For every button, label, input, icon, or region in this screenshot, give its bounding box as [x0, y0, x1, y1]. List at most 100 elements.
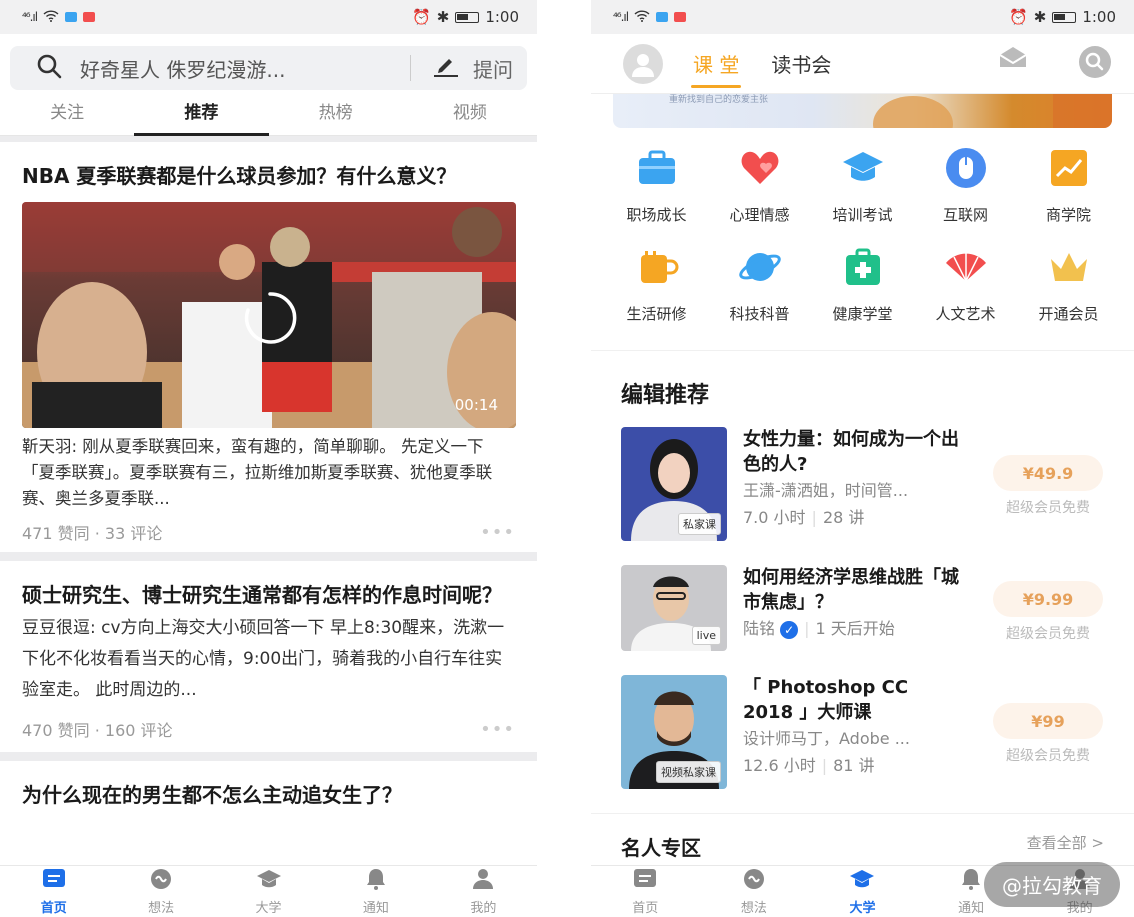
section-title: 编辑推荐 — [621, 383, 710, 408]
section-title: 名人专区 — [621, 836, 701, 860]
category-label: 心理情感 — [729, 206, 790, 224]
nav-label: 我的 — [470, 901, 497, 916]
category-training[interactable]: 培训考试 — [811, 146, 914, 225]
search-query[interactable]: 好奇星人 侏罗纪漫游... — [80, 54, 400, 83]
category-health[interactable]: 健康学堂 — [811, 245, 914, 324]
view-all-link[interactable]: 查看全部 > — [1027, 832, 1104, 861]
ask-button[interactable]: 提问 — [433, 54, 513, 83]
price-button[interactable]: ¥9.99 — [993, 581, 1103, 617]
home-icon — [41, 867, 67, 895]
category-label: 商学院 — [1045, 206, 1091, 224]
course-thumbnail[interactable]: live — [621, 565, 727, 651]
nav-ideas[interactable]: 想法 — [700, 866, 809, 917]
course-author: 陆铭 ✓ | 1 天后开始 — [743, 619, 895, 639]
member-free-label: 超级会员免费 — [1006, 500, 1090, 516]
graduation-cap-icon — [256, 867, 282, 895]
signal-icon: ⁴⁶.ıl — [613, 10, 629, 24]
notification-icon — [656, 12, 669, 22]
nav-label: 想法 — [740, 901, 767, 916]
bottom-nav: 首页 想法 大学 通知 我的 — [0, 865, 537, 917]
nav-notifications[interactable]: 通知 — [322, 866, 429, 917]
person-icon — [470, 867, 496, 895]
search-icon[interactable] — [1078, 45, 1112, 83]
tab-classroom[interactable]: 课 堂 — [690, 34, 742, 94]
course-header: 课 堂 读书会 — [591, 34, 1134, 94]
category-career[interactable]: 职场成长 — [605, 146, 708, 225]
nav-university[interactable]: 大学 — [215, 866, 322, 917]
wifi-icon — [43, 8, 59, 26]
search-icon — [36, 53, 62, 84]
card-title[interactable]: 为什么现在的男生都不怎么主动追女生了？ — [22, 761, 515, 811]
member-free-label: 超级会员免费 — [1006, 626, 1090, 642]
course-item[interactable]: 视频私家课 「 Photoshop CC 2018 」大师课 设计师马丁，Ado… — [591, 675, 1134, 799]
tab-book-club[interactable]: 读书会 — [771, 34, 831, 94]
nav-profile[interactable]: 我的 — [430, 866, 537, 917]
feed-card[interactable]: 为什么现在的男生都不怎么主动追女生了？ — [0, 761, 537, 811]
nav-label: 首页 — [40, 901, 67, 916]
price-button[interactable]: ¥49.9 — [993, 455, 1103, 491]
category-life[interactable]: 生活研修 — [605, 245, 708, 324]
card-title[interactable]: 硕士研究生、博士研究生通常都有怎样的作息时间呢？ — [22, 561, 515, 611]
category-humanities[interactable]: 人文艺术 — [914, 245, 1017, 324]
heart-icon — [738, 146, 782, 194]
course-price-area: ¥49.9 超级会员免费 — [988, 427, 1108, 517]
nav-label: 大学 — [255, 901, 282, 916]
left-phone-screen: ⁴⁶.ıl ⏰ ✱ 1:00 好奇星人 侏罗纪漫游... 提问 关注 推荐 热榜… — [0, 0, 537, 917]
home-icon — [632, 867, 658, 895]
course-item[interactable]: 私家课 女性力量：如何成为一个出色的人? 王潇-潇洒姐，时间管... 7.0 小… — [591, 427, 1134, 551]
course-meta: 12.6 小时 | 81 讲 — [743, 756, 875, 775]
video-thumbnail[interactable]: 00:14 — [22, 202, 516, 428]
watermark: @拉勾教育 — [984, 862, 1120, 907]
nav-label: 大学 — [849, 901, 876, 916]
category-internet[interactable]: 互联网 — [914, 146, 1017, 225]
notification-icon — [83, 12, 96, 22]
category-psychology[interactable]: 心理情感 — [708, 146, 811, 225]
clock-time: 1:00 — [485, 8, 519, 26]
category-business[interactable]: 商学院 — [1017, 146, 1120, 225]
course-title[interactable]: 女性力量：如何成为一个出色的人? — [743, 427, 959, 477]
crown-icon — [1047, 245, 1091, 293]
course-title[interactable]: 「 Photoshop CC 2018 」大师课 — [743, 675, 959, 725]
category-label: 科技科普 — [729, 305, 790, 323]
course-meta: 7.0 小时 | 28 讲 — [743, 508, 865, 527]
nav-university[interactable]: 大学 — [808, 866, 917, 917]
medkit-icon — [841, 245, 885, 293]
tab-hot[interactable]: 热榜 — [269, 90, 403, 136]
mail-icon[interactable] — [998, 45, 1028, 83]
nav-home[interactable]: 首页 — [591, 866, 700, 917]
more-options-icon[interactable]: ••• — [480, 522, 515, 543]
idea-icon — [148, 867, 174, 895]
promo-banner[interactable]: 重新找到自己的恋爱主张 — [613, 94, 1112, 128]
search-bar[interactable]: 好奇星人 侏罗纪漫游... 提问 — [10, 46, 527, 90]
category-science[interactable]: 科技科普 — [708, 245, 811, 324]
category-label: 生活研修 — [626, 305, 687, 323]
course-thumbnail[interactable]: 视频私家课 — [621, 675, 727, 789]
category-label: 开通会员 — [1038, 305, 1099, 323]
nav-home[interactable]: 首页 — [0, 866, 107, 917]
ask-label: 提问 — [473, 57, 513, 82]
famous-section-header: 名人专区 查看全部 > — [591, 814, 1134, 861]
course-title[interactable]: 如何用经济学思维战胜「城市焦虑」？ — [743, 565, 959, 615]
avatar[interactable] — [623, 43, 663, 84]
price-button[interactable]: ¥99 — [993, 703, 1103, 739]
course-author: 王潇-潇洒姐，时间管... — [743, 481, 909, 500]
tab-video[interactable]: 视频 — [403, 90, 537, 136]
more-options-icon[interactable]: ••• — [480, 719, 515, 740]
verified-icon: ✓ — [780, 620, 799, 639]
course-thumbnail[interactable]: 私家课 — [621, 427, 727, 541]
nav-ideas[interactable]: 想法 — [107, 866, 214, 917]
card-excerpt[interactable]: 靳天羽: 刚从夏季联赛回来，蛮有趣的，简单聊聊。 先定义一下「夏季联赛」。夏季联… — [22, 434, 515, 512]
course-item[interactable]: live 如何用经济学思维战胜「城市焦虑」？ 陆铭 ✓ | 1 天后开始 ¥9.99… — [591, 565, 1134, 665]
tab-follow[interactable]: 关注 — [0, 90, 134, 136]
nav-label: 首页 — [632, 901, 659, 916]
card-title[interactable]: NBA 夏季联赛都是什么球员参加？有什么意义？ — [22, 142, 515, 192]
tab-recommend[interactable]: 推荐 — [134, 90, 269, 136]
bell-icon — [363, 867, 389, 895]
fan-icon — [944, 245, 988, 293]
feed-card[interactable]: 硕士研究生、博士研究生通常都有怎样的作息时间呢？ 豆豆很逗: cv方向上海交大小… — [0, 561, 537, 752]
wifi-icon — [634, 8, 650, 26]
category-membership[interactable]: 开通会员 — [1017, 245, 1120, 324]
play-spinner-icon[interactable] — [240, 288, 300, 352]
card-excerpt[interactable]: 豆豆很逗: cv方向上海交大小硕回答一下 早上8:30醒来，洗漱一下化不化妆看看… — [22, 613, 515, 706]
feed-card[interactable]: NBA 夏季联赛都是什么球员参加？有什么意义？ 00:14 靳天羽: 刚从夏季联… — [0, 142, 537, 552]
